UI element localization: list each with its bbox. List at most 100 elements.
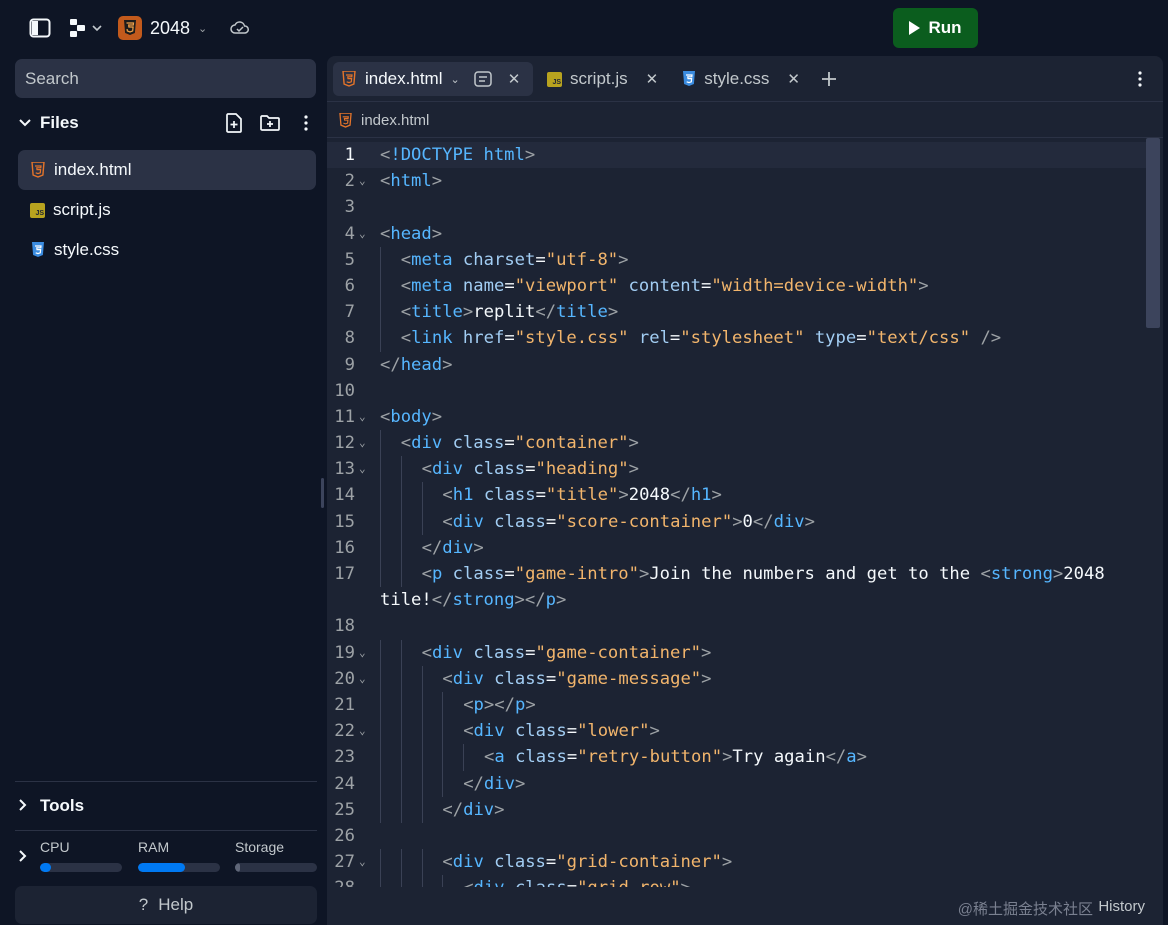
code-line[interactable]: 19 ⌄ <div class="game-container"> <box>327 639 1147 666</box>
code-line[interactable]: 3 <box>327 194 1147 220</box>
code-line[interactable]: 2 ⌄ <html> <box>327 168 1147 194</box>
code-line[interactable]: 10 <box>327 378 1147 404</box>
code-line[interactable]: 20 ⌄ <div class="game-message"> <box>327 665 1147 692</box>
tab-index-html[interactable]: index.html ⌄ ✕ <box>333 62 533 96</box>
tab-style-css[interactable]: style.css ✕ <box>682 62 800 96</box>
fold-chevron-icon[interactable]: ⌄ <box>359 640 366 666</box>
code-line[interactable]: 22 ⌄ <div class="lower"> <box>327 718 1147 745</box>
code-line[interactable]: 11 ⌄ <body> <box>327 404 1147 430</box>
code-line[interactable]: 8 <link href="style.css" rel="stylesheet"… <box>327 325 1147 352</box>
tab-script-js[interactable]: JS script.js ✕ <box>547 62 662 96</box>
more-options-icon[interactable] <box>294 111 318 135</box>
code-token: > <box>607 302 619 323</box>
code-token: "lower" <box>577 721 650 742</box>
fold-chevron-icon[interactable]: ⌄ <box>359 849 366 875</box>
code-token: class <box>473 642 526 663</box>
code-line[interactable]: 6 <meta name="viewport" content="width=de… <box>327 272 1147 300</box>
code-token: "container" <box>514 433 629 454</box>
file-item-script-js[interactable]: JS script.js <box>18 190 316 230</box>
divider <box>327 137 1163 138</box>
chevron-down-icon[interactable]: ⌄ <box>450 73 459 86</box>
indent-guide <box>400 482 402 509</box>
fold-chevron-icon[interactable]: ⌄ <box>359 404 366 430</box>
close-tab-icon[interactable]: ✕ <box>646 70 659 88</box>
code-line[interactable]: 9 </head> <box>327 352 1147 378</box>
code-line[interactable]: 21 <p></p> <box>327 691 1147 719</box>
resource-usage[interactable]: CPU RAM Storage <box>6 839 324 879</box>
indent-guide <box>380 508 381 535</box>
code-line[interactable]: 26 <box>327 823 1147 849</box>
code-line[interactable]: 25 </div> <box>327 796 1147 823</box>
indent-guide <box>421 849 423 876</box>
code-line[interactable]: 27 ⌄ <div class="grid-container"> <box>327 849 1147 876</box>
files-section-header[interactable]: Files <box>18 108 318 138</box>
code-token: !DOCTYPE html <box>390 145 525 165</box>
code-line[interactable]: 23 <a class="retry-button">Try again</a> <box>327 744 1147 771</box>
code-line[interactable]: 18 <box>327 613 1147 639</box>
preview-icon[interactable] <box>473 71 492 87</box>
help-button[interactable]: ? Help <box>15 886 317 924</box>
run-button[interactable]: Run <box>893 8 978 48</box>
code-line[interactable]: 13 ⌄ <div class="heading"> <box>327 456 1147 483</box>
code-line[interactable]: 1 <!DOCTYPE html> <box>327 142 1147 169</box>
code-token: div <box>431 459 463 480</box>
code-token: > <box>628 433 639 454</box>
code-area[interactable]: 1 <!DOCTYPE html> 2 ⌄ <html> 3 4 ⌄ <head> 5 <meta … <box>327 142 1147 902</box>
new-file-icon[interactable] <box>222 111 246 135</box>
vertical-scrollbar[interactable] <box>1146 138 1160 328</box>
code-token: < <box>400 328 412 349</box>
fold-chevron-icon[interactable]: ⌄ <box>359 718 366 744</box>
line-number: 15 <box>334 511 355 532</box>
code-token: ></ <box>514 590 546 611</box>
code-line[interactable]: 5 <meta charset="utf-8"> <box>327 246 1147 273</box>
fold-chevron-icon[interactable]: ⌄ <box>359 221 366 247</box>
code-line[interactable]: tile!</strong></p> <box>327 587 1147 613</box>
code-token: > <box>524 145 536 165</box>
fold-chevron-icon[interactable]: ⌄ <box>359 430 366 456</box>
code-line[interactable]: 7 <title>replit</title> <box>327 299 1147 326</box>
code-line[interactable]: 12 ⌄ <div class="container"> <box>327 430 1147 457</box>
sidebar-toggle-icon[interactable] <box>28 16 52 40</box>
close-tab-icon[interactable]: ✕ <box>508 70 521 88</box>
breadcrumb[interactable]: index.html <box>337 110 429 130</box>
code-token: = <box>504 433 515 454</box>
close-tab-icon[interactable]: ✕ <box>787 70 800 88</box>
new-tab-icon[interactable] <box>817 67 841 91</box>
search-input[interactable]: Search <box>15 59 316 98</box>
code-token: > <box>1052 564 1064 584</box>
new-folder-icon[interactable] <box>258 111 282 135</box>
replit-menu-icon[interactable] <box>66 16 104 40</box>
file-item-style-css[interactable]: style.css <box>18 230 316 270</box>
more-options-icon[interactable] <box>1130 67 1150 91</box>
code-line[interactable]: 14 <h1 class="title">2048</h1> <box>327 482 1147 509</box>
file-item-index-html[interactable]: index.html <box>18 150 316 190</box>
fold-chevron-icon[interactable]: ⌄ <box>359 168 366 194</box>
code-line[interactable]: 16 </div> <box>327 534 1147 561</box>
code-token: > <box>514 773 526 794</box>
code-token: > <box>732 511 743 532</box>
fold-chevron-icon[interactable]: ⌄ <box>359 456 366 482</box>
line-number: 11 <box>334 406 355 427</box>
breadcrumb-label: index.html <box>361 111 430 129</box>
code-token: > <box>701 642 712 663</box>
code-line[interactable]: 15 <div class="score-container">0</div> <box>327 508 1147 535</box>
code-text: <p></p> <box>463 692 535 718</box>
code-line[interactable]: 24 </div> <box>327 770 1147 797</box>
code-line[interactable]: 17 <p class="game-intro">Join the numbers… <box>327 561 1147 588</box>
code-token: > <box>721 852 733 873</box>
chevron-down-icon: ⌄ <box>198 22 208 35</box>
javascript-icon: JS <box>30 202 45 218</box>
history-button[interactable]: History <box>1098 898 1145 915</box>
code-token: </ <box>380 354 401 375</box>
code-token: div <box>431 642 463 663</box>
code-line[interactable]: 4 ⌄ <head> <box>327 221 1147 247</box>
pane-resize-handle[interactable] <box>321 478 324 508</box>
project-selector[interactable]: 2048 ⌄ <box>118 14 207 42</box>
code-token: > <box>701 668 712 689</box>
fold-chevron-icon[interactable]: ⌄ <box>359 666 366 692</box>
tools-section-header[interactable]: Tools <box>18 792 84 820</box>
cloud-check-icon[interactable] <box>228 16 252 40</box>
code-token: tile! <box>380 590 432 611</box>
